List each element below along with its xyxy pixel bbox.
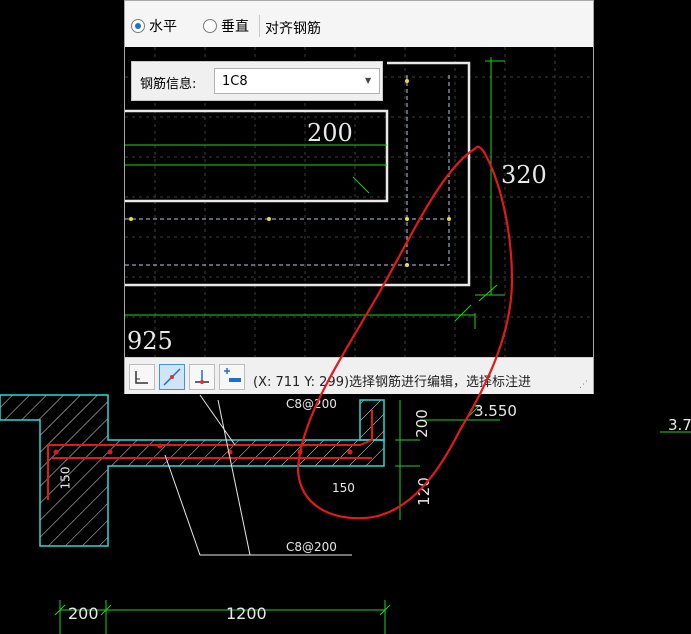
red-annotation xyxy=(296,145,514,520)
